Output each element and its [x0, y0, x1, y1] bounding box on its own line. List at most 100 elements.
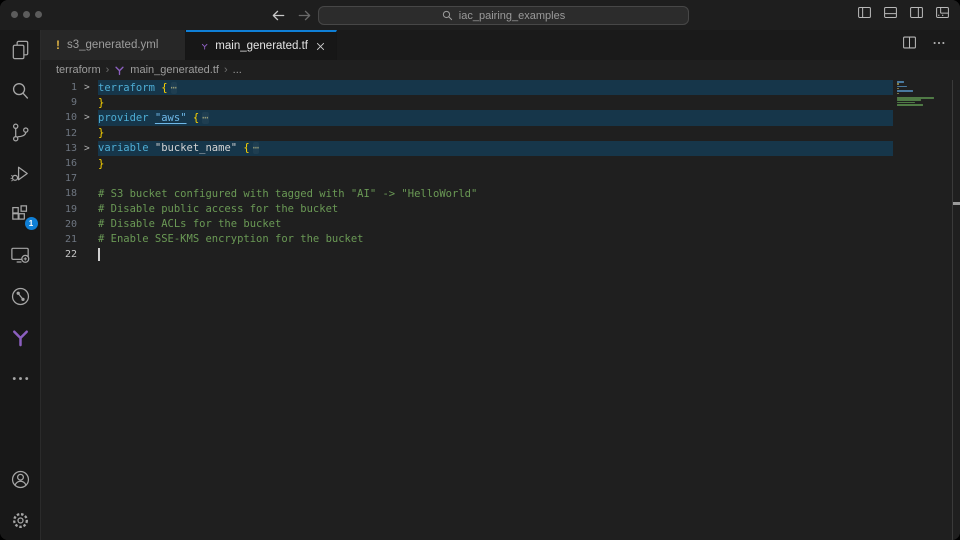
code-content[interactable] — [98, 247, 893, 262]
tab-main-generated-tf[interactable]: main_generated.tf — [186, 30, 337, 60]
commit-graph-icon — [9, 285, 32, 308]
tab-s3-generated-yml[interactable]: ! s3_generated.yml — [41, 30, 186, 60]
settings-button[interactable] — [0, 508, 41, 532]
code-line-20[interactable]: 20 # Disable ACLs for the bucket — [41, 217, 893, 232]
terraform-icon — [9, 326, 32, 349]
code-content[interactable]: variable "bucket_name" {⋯ — [98, 141, 893, 156]
sidebar-item-terraform[interactable] — [0, 325, 41, 349]
chevron-right-icon: › — [224, 64, 228, 76]
code-content[interactable]: # Disable public access for the bucket — [98, 202, 893, 217]
line-number: 20 — [41, 219, 77, 230]
breadcrumb-folder[interactable]: terraform — [56, 64, 101, 76]
toggle-sidebar-right-button[interactable] — [909, 5, 924, 25]
fold-chevron-icon[interactable]: > — [77, 143, 98, 154]
code-content[interactable]: } — [98, 126, 893, 141]
code-line-17[interactable]: 17 — [41, 171, 893, 186]
code-token: # Disable ACLs for the bucket — [98, 218, 281, 230]
account-button[interactable] — [0, 467, 41, 491]
line-number: 18 — [41, 188, 77, 199]
panel-right-icon — [909, 5, 924, 20]
extensions-badge: 1 — [25, 217, 38, 230]
vscode-window: iac_pairing_examples — [0, 0, 960, 540]
search-icon — [9, 80, 32, 103]
code-line-19[interactable]: 19 # Disable public access for the bucket — [41, 202, 893, 217]
more-views-button[interactable] — [0, 366, 41, 390]
line-number: 22 — [41, 249, 77, 260]
git-branch-icon — [9, 121, 32, 144]
panel-bottom-icon — [883, 5, 898, 20]
sidebar-item-source-control[interactable] — [0, 120, 41, 144]
breadcrumb-file[interactable]: main_generated.tf — [130, 64, 219, 76]
code-content[interactable]: } — [98, 95, 893, 110]
ellipsis-icon — [932, 36, 946, 50]
overview-cursor-mark — [953, 202, 960, 205]
code-token: } — [98, 127, 104, 139]
back-button[interactable] — [271, 8, 286, 23]
code-line-18[interactable]: 18 # S3 bucket configured with tagged wit… — [41, 186, 893, 201]
code-token: # Disable public access for the bucket — [98, 203, 338, 215]
history-nav — [271, 0, 312, 30]
search-icon — [442, 10, 453, 21]
code-content[interactable]: # S3 bucket configured with tagged with … — [98, 186, 893, 201]
line-number: 19 — [41, 204, 77, 215]
line-number: 9 — [41, 97, 77, 108]
line-number: 16 — [41, 158, 77, 169]
toggle-panel-button[interactable] — [883, 5, 898, 25]
debug-play-icon — [9, 162, 32, 185]
fold-chevron-icon[interactable]: > — [77, 82, 98, 93]
code-line-21[interactable]: 21# Enable SSE-KMS encryption for the bu… — [41, 232, 893, 247]
sidebar-item-explorer[interactable] — [0, 38, 41, 62]
close-tab-button[interactable] — [315, 41, 326, 52]
yaml-file-icon: ! — [56, 38, 60, 52]
code-line-10[interactable]: 10>provider "aws" {⋯ — [41, 110, 893, 125]
more-actions-button[interactable] — [932, 36, 946, 55]
forward-button[interactable] — [297, 8, 312, 23]
code-content[interactable]: # Enable SSE-KMS encryption for the buck… — [98, 232, 893, 247]
window-maximize-icon[interactable] — [35, 11, 42, 18]
code-token: { — [193, 112, 199, 124]
code-line-22[interactable]: 22 — [41, 247, 893, 262]
panel-left-icon — [857, 5, 872, 20]
sidebar-item-gitlens[interactable] — [0, 284, 41, 308]
code-line-16[interactable]: 16} — [41, 156, 893, 171]
line-number: 1 — [41, 82, 77, 93]
code-content[interactable] — [98, 171, 893, 186]
titlebar-actions — [857, 0, 950, 30]
split-editor-icon — [902, 35, 917, 50]
code-content[interactable]: } — [98, 156, 893, 171]
code-area[interactable]: 1>terraform {⋯9}10>provider "aws" {⋯12}1… — [41, 80, 893, 540]
toggle-sidebar-left-button[interactable] — [857, 5, 872, 25]
minimap-line — [897, 86, 907, 88]
sidebar-item-search[interactable] — [0, 79, 41, 103]
line-number: 10 — [41, 112, 77, 123]
tab-bar: ! s3_generated.yml main_generated.tf — [41, 30, 960, 60]
code-line-1[interactable]: 1>terraform {⋯ — [41, 80, 893, 95]
code-token: "bucket_name" — [155, 142, 237, 154]
split-editor-button[interactable] — [902, 35, 917, 55]
minimap[interactable] — [893, 80, 952, 540]
minimap-line — [897, 93, 899, 95]
overview-ruler[interactable] — [952, 80, 960, 540]
window-minimize-icon[interactable] — [23, 11, 30, 18]
activity-bar: 1 — [0, 30, 41, 540]
sidebar-item-remote-explorer[interactable] — [0, 243, 41, 267]
fold-chevron-icon[interactable]: > — [77, 112, 98, 123]
code-token: { — [161, 82, 167, 94]
breadcrumb-symbol[interactable]: ... — [233, 64, 242, 76]
code-line-12[interactable]: 12} — [41, 126, 893, 141]
command-center-search[interactable]: iac_pairing_examples — [318, 6, 689, 25]
customize-layout-button[interactable] — [935, 5, 950, 25]
code-line-13[interactable]: 13>variable "bucket_name" {⋯ — [41, 141, 893, 156]
code-content[interactable]: # Disable ACLs for the bucket — [98, 217, 893, 232]
sidebar-item-run-debug[interactable] — [0, 161, 41, 185]
code-token: provider — [98, 112, 155, 124]
code-line-9[interactable]: 9} — [41, 95, 893, 110]
terraform-file-icon — [201, 40, 208, 53]
window-close-icon[interactable] — [11, 11, 18, 18]
code-content[interactable]: terraform {⋯ — [98, 80, 893, 95]
chevron-right-icon: › — [106, 64, 110, 76]
window-controls[interactable] — [11, 11, 42, 18]
sidebar-item-extensions[interactable]: 1 — [0, 202, 41, 226]
code-token: { — [243, 142, 249, 154]
code-content[interactable]: provider "aws" {⋯ — [98, 110, 893, 125]
